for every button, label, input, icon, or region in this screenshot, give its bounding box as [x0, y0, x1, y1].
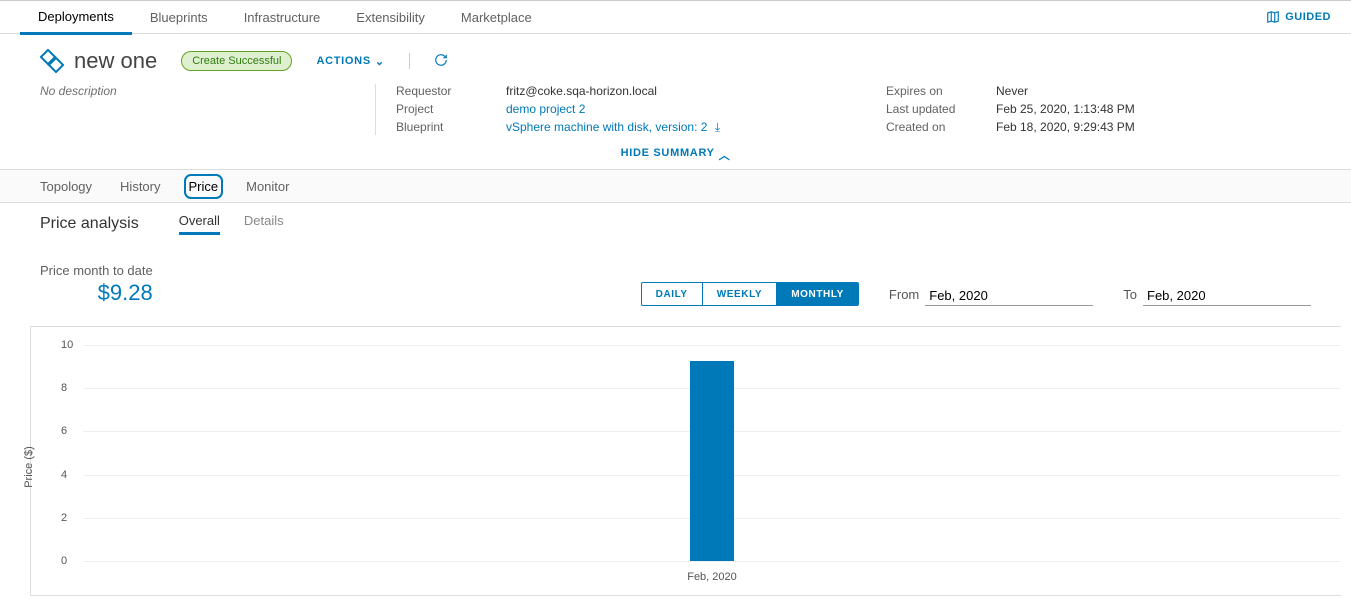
- tab-infrastructure[interactable]: Infrastructure: [226, 1, 339, 33]
- project-label: Project: [396, 102, 506, 116]
- to-block: To: [1123, 286, 1311, 306]
- content-tab-bar: Topology History Price Monitor: [0, 169, 1351, 203]
- page-title: new one: [74, 48, 157, 74]
- download-icon[interactable]: ⤓: [715, 120, 720, 135]
- chart-x-tick: Feb, 2020: [83, 571, 1341, 583]
- granularity-monthly[interactable]: MONTHLY: [777, 283, 858, 305]
- meta-left: Requestor fritz@coke.sqa-horizon.local P…: [375, 84, 826, 135]
- expires-value: Never: [996, 84, 1196, 98]
- chart-y-tick: 8: [61, 382, 67, 394]
- tab-deployments[interactable]: Deployments: [20, 0, 132, 35]
- mtd-label: Price month to date: [40, 263, 153, 278]
- chart-bar[interactable]: [690, 361, 734, 561]
- tab-blueprints[interactable]: Blueprints: [132, 1, 226, 33]
- no-description: No description: [40, 84, 375, 135]
- tab-monitor[interactable]: Monitor: [246, 179, 289, 194]
- created-label: Created on: [886, 120, 996, 134]
- to-label: To: [1123, 287, 1137, 302]
- granularity-daily[interactable]: DAILY: [642, 283, 703, 305]
- chart-y-tick: 10: [61, 339, 73, 351]
- chevron-up-icon: ︿: [719, 147, 731, 163]
- granularity-segmented: DAILY WEEKLY MONTHLY: [641, 282, 859, 306]
- updated-label: Last updated: [886, 102, 996, 116]
- blueprint-label: Blueprint: [396, 120, 506, 135]
- from-input[interactable]: [925, 286, 1093, 306]
- chart-y-tick: 4: [61, 469, 67, 481]
- title-block: new one: [40, 48, 157, 74]
- project-link[interactable]: demo project 2: [506, 102, 585, 116]
- guided-button[interactable]: GUIDED: [1266, 10, 1331, 24]
- month-to-date-block: Price month to date $9.28: [40, 263, 153, 306]
- sub-tab-overall[interactable]: Overall: [179, 213, 220, 235]
- top-tab-bar: Deployments Blueprints Infrastructure Ex…: [0, 0, 1351, 34]
- granularity-weekly[interactable]: WEEKLY: [703, 283, 777, 305]
- chart-plot-area: 0246810: [83, 345, 1341, 561]
- divider: [409, 53, 410, 69]
- actions-dropdown[interactable]: ACTIONS ⌄: [316, 55, 384, 68]
- sub-tab-details[interactable]: Details: [244, 213, 284, 235]
- blueprint-link[interactable]: vSphere machine with disk, version: 2: [506, 120, 707, 134]
- tab-marketplace[interactable]: Marketplace: [443, 1, 550, 33]
- mtd-value: $9.28: [40, 280, 153, 306]
- tab-history[interactable]: History: [120, 179, 160, 194]
- price-analysis-header: Price analysis Overall Details: [0, 203, 1351, 243]
- hide-summary-button[interactable]: HIDE SUMMARY ︿: [0, 141, 1351, 169]
- guided-label: GUIDED: [1285, 11, 1331, 23]
- created-value: Feb 18, 2020, 9:29:43 PM: [996, 120, 1196, 134]
- tab-topology[interactable]: Topology: [40, 179, 92, 194]
- refresh-icon: [434, 53, 448, 67]
- summary-row: No description Requestor fritz@coke.sqa-…: [0, 84, 1351, 141]
- map-icon: [1266, 10, 1280, 24]
- chart-y-tick: 2: [61, 512, 67, 524]
- tab-price[interactable]: Price: [189, 179, 219, 194]
- from-label: From: [889, 287, 919, 302]
- price-analysis-title: Price analysis: [40, 215, 139, 233]
- sub-tab-bar: Overall Details: [179, 213, 284, 235]
- chart-y-tick: 6: [61, 425, 67, 437]
- chart-y-tick: 0: [61, 555, 67, 567]
- tab-extensibility[interactable]: Extensibility: [338, 1, 443, 33]
- refresh-button[interactable]: [434, 53, 448, 70]
- updated-value: Feb 25, 2020, 1:13:48 PM: [996, 102, 1196, 116]
- hide-summary-label: HIDE SUMMARY: [621, 147, 715, 163]
- price-chart: Price ($) 0246810 Feb, 2020: [30, 326, 1341, 596]
- meta-right: Expires on Never Last updated Feb 25, 20…: [866, 84, 1196, 135]
- deployment-header: new one Create Successful ACTIONS ⌄: [0, 34, 1351, 84]
- actions-label: ACTIONS: [316, 55, 370, 67]
- from-block: From: [889, 286, 1093, 306]
- chevron-down-icon: ⌄: [375, 55, 385, 68]
- requestor-label: Requestor: [396, 84, 506, 98]
- chart-y-axis-label: Price ($): [23, 446, 35, 488]
- status-badge: Create Successful: [181, 51, 292, 71]
- requestor-value: fritz@coke.sqa-horizon.local: [506, 84, 826, 98]
- controls-row: Price month to date $9.28 DAILY WEEKLY M…: [0, 243, 1351, 310]
- to-input[interactable]: [1143, 286, 1311, 306]
- deployment-logo-icon: [40, 49, 64, 73]
- expires-label: Expires on: [886, 84, 996, 98]
